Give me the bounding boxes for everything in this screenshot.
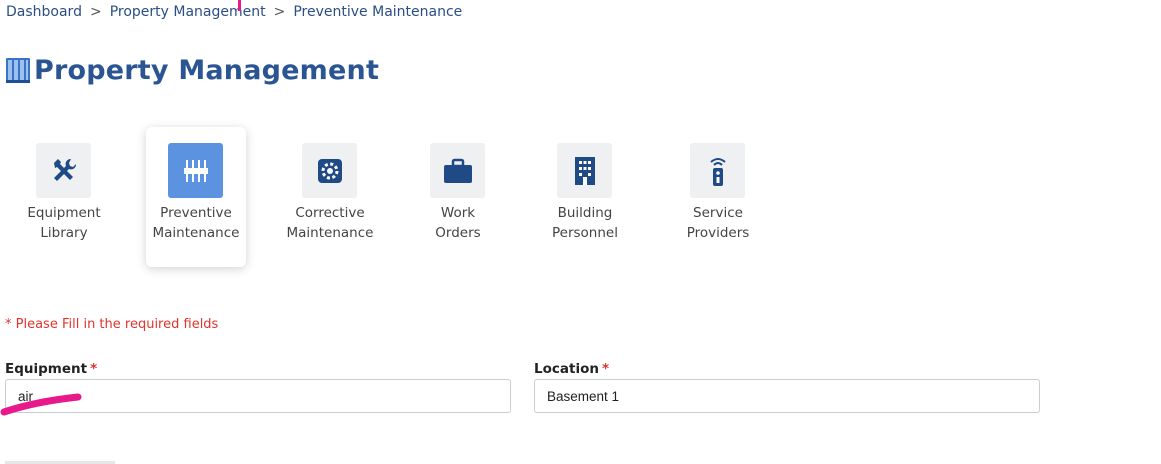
module-building-personnel[interactable]: Building Personnel — [535, 127, 635, 267]
required-star: * — [601, 361, 610, 377]
module-label-line1: Work — [440, 205, 476, 221]
module-label: Equipment Library — [0, 203, 129, 243]
module-corrective-maintenance[interactable]: Corrective Maintenance — [280, 127, 380, 267]
module-work-orders[interactable]: Work Orders — [408, 127, 508, 267]
module-label-line2: Maintenance — [286, 225, 374, 241]
remote-icon — [709, 157, 726, 186]
module-label-line1: Equipment — [27, 205, 101, 221]
briefcase-icon — [443, 158, 472, 183]
equipment-label: Equipment * — [5, 361, 97, 377]
module-label-line1: Corrective — [295, 205, 365, 221]
module-service-providers[interactable]: Service Providers — [668, 127, 768, 267]
module-tile — [302, 143, 357, 198]
required-star: * — [90, 361, 98, 377]
gear-icon — [317, 158, 342, 183]
module-label-line2: Maintenance — [152, 225, 240, 241]
equipment-label-text: Equipment — [5, 361, 88, 377]
module-tile — [690, 143, 745, 198]
building-icon — [574, 156, 595, 185]
module-label-line2: Personnel — [552, 225, 618, 241]
next-row-label-cutoff — [5, 458, 115, 464]
module-label-line1: Building — [557, 205, 613, 221]
module-label-line2: Library — [40, 225, 88, 241]
module-navigation: Equipment Library Preventive Maintenance — [0, 0, 800, 280]
module-label-line1: Service — [693, 205, 743, 221]
module-label: Service Providers — [653, 203, 783, 243]
module-label-line2: Providers — [686, 225, 750, 241]
module-tile-active — [168, 143, 223, 198]
module-equipment-library[interactable]: Equipment Library — [14, 127, 114, 267]
required-fields-note: * Please Fill in the required fields — [5, 317, 219, 332]
annotation-highlight-stroke — [0, 393, 82, 416]
module-label-line1: Preventive — [160, 205, 232, 221]
module-label: Preventive Maintenance — [131, 203, 261, 243]
module-label-line2: Orders — [435, 225, 481, 241]
module-label: Corrective Maintenance — [265, 203, 395, 243]
module-label: Building Personnel — [520, 203, 650, 243]
module-tile — [430, 143, 485, 198]
module-tile — [557, 143, 612, 198]
location-label-text: Location — [534, 361, 599, 377]
tools-icon — [53, 158, 76, 181]
sliders-icon — [183, 159, 208, 182]
module-preventive-maintenance[interactable]: Preventive Maintenance — [146, 127, 246, 267]
module-tile — [36, 143, 91, 198]
location-input[interactable] — [534, 379, 1040, 413]
module-label: Work Orders — [393, 203, 523, 243]
location-label: Location * — [534, 361, 609, 377]
